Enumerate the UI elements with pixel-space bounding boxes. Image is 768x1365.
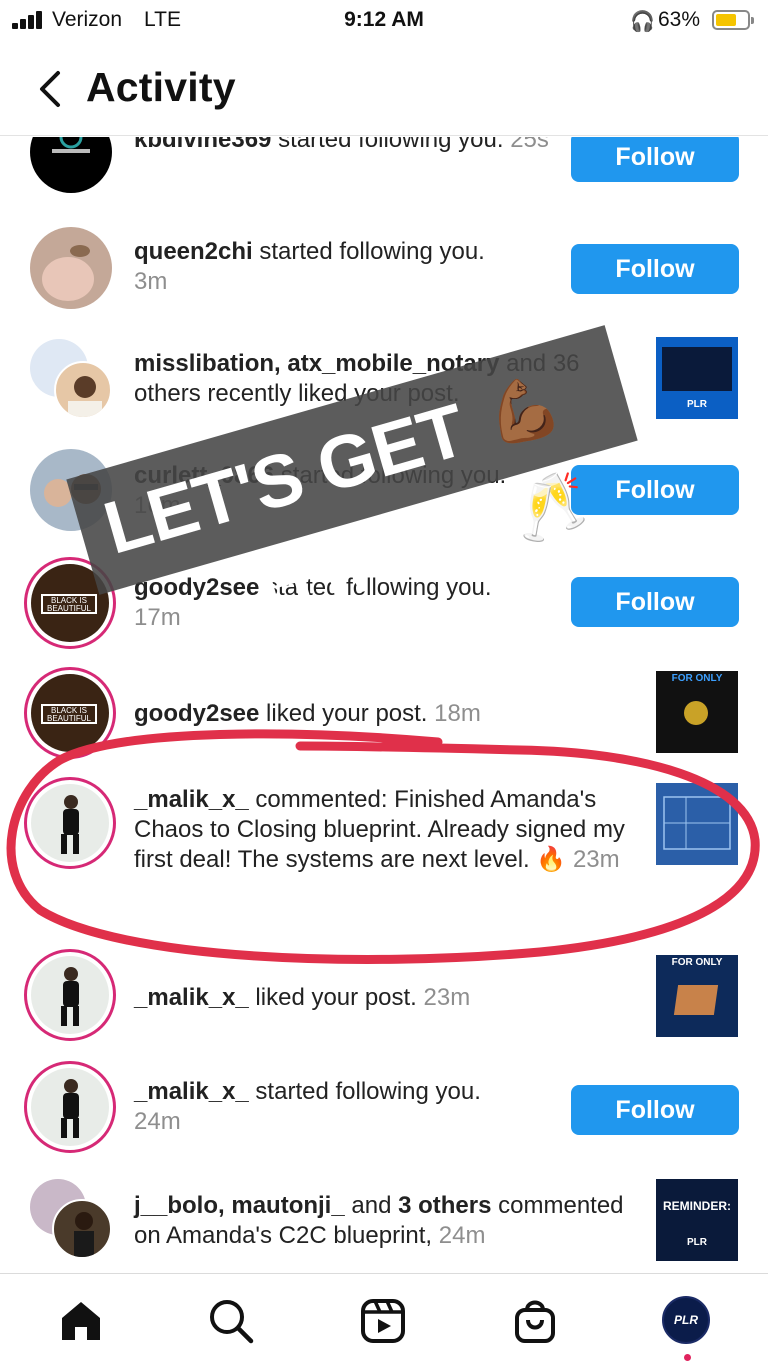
timestamp: 25s	[510, 137, 549, 153]
action-text: liked your post.	[259, 700, 435, 727]
avatar[interactable]	[24, 1061, 116, 1153]
avatar[interactable]	[24, 777, 116, 869]
action-text: started following you.	[274, 462, 507, 489]
username[interactable]: curlett_0866	[134, 462, 274, 489]
others-link[interactable]: 3 others	[398, 1192, 491, 1219]
headphones-icon: 🎧	[630, 11, 655, 33]
timestamp: 24m	[438, 1222, 486, 1249]
username[interactable]: kbdivine369	[134, 137, 271, 153]
battery-icon	[712, 10, 754, 30]
username[interactable]: queen2chi	[134, 238, 253, 265]
action-text: started following you.	[259, 574, 492, 601]
timestamp: 24m	[134, 1108, 181, 1135]
timestamp: 3m	[134, 268, 168, 295]
list-item[interactable]: _malik_x_ started following you. 24m Fol…	[0, 1061, 768, 1171]
follow-button[interactable]: Follow	[571, 244, 739, 294]
profile-avatar[interactable]: PLR	[662, 1296, 710, 1344]
post-thumbnail[interactable]: FOR ONLY	[656, 671, 738, 753]
list-item[interactable]: kbdivine369 started following you. 25s F…	[0, 137, 768, 217]
username[interactable]: _malik_x_	[134, 786, 249, 813]
action-text: started following you.	[252, 238, 485, 265]
avatar[interactable]	[52, 1199, 112, 1259]
action-text: started following you.	[271, 137, 511, 153]
avatar[interactable]	[30, 137, 112, 193]
action-text: liked your post.	[248, 984, 424, 1011]
avatar[interactable]: BLACK IS BEAUTIFUL	[24, 557, 116, 649]
avatar[interactable]: BLACK IS BEAUTIFUL	[24, 667, 116, 759]
list-item[interactable]: _malik_x_ liked your post. 23m FOR ONLY	[0, 949, 768, 1059]
status-bar: Verizon LTE 9:12 AM 🎧 63%	[0, 0, 768, 42]
timestamp: 18m	[434, 700, 481, 727]
follow-button[interactable]: Follow	[571, 577, 739, 627]
username[interactable]: j__bolo, mautonji_	[134, 1192, 345, 1219]
avatar[interactable]	[24, 949, 116, 1041]
tab-bar: PLR	[0, 1273, 768, 1365]
follow-button[interactable]: Follow	[571, 465, 739, 515]
avatar[interactable]	[54, 361, 112, 419]
list-item[interactable]: queen2chi started following you. 3m Foll…	[0, 227, 768, 337]
notification-dot	[684, 1354, 691, 1361]
page-title: Activity	[86, 64, 236, 110]
follow-button[interactable]: Follow	[571, 1085, 739, 1135]
list-item[interactable]: misslibation, atx_mobile_notary and 36 o…	[0, 337, 768, 447]
back-chevron-icon[interactable]	[30, 67, 74, 111]
timestamp: 23m	[423, 984, 471, 1011]
shop-icon[interactable]	[510, 1296, 560, 1346]
list-item[interactable]: curlett_0866 started following you. 16m …	[0, 449, 768, 559]
follow-button[interactable]: Follow	[571, 137, 739, 182]
username[interactable]: goody2see	[134, 700, 259, 727]
list-item[interactable]: j__bolo, mautonji_ and 3 others commente…	[0, 1177, 768, 1273]
username[interactable]: _malik_x_	[134, 984, 249, 1011]
action-text: started following you.	[248, 1078, 481, 1105]
post-thumbnail[interactable]: FOR ONLY	[656, 955, 738, 1037]
action-text: and	[344, 1192, 399, 1219]
avatar[interactable]	[30, 227, 112, 309]
profile-tab[interactable]: PLR	[662, 1296, 712, 1346]
timestamp: 16m	[134, 492, 181, 519]
timestamp: 23m	[572, 846, 620, 873]
battery-percent: 63%	[658, 8, 701, 31]
activity-list[interactable]: kbdivine369 started following you. 25s F…	[0, 137, 768, 1273]
post-thumbnail[interactable]	[656, 783, 738, 865]
list-item[interactable]: BLACK IS BEAUTIFUL goody2see started foll…	[0, 557, 768, 667]
post-thumbnail[interactable]: PLR	[656, 337, 738, 419]
search-icon[interactable]	[206, 1296, 256, 1346]
username[interactable]: goody2see	[134, 574, 259, 601]
timestamp: 17m	[134, 604, 181, 631]
avatar[interactable]	[30, 449, 112, 531]
reels-icon[interactable]	[358, 1296, 408, 1346]
username[interactable]: misslibation, atx_mobile_notary	[134, 350, 499, 377]
list-item[interactable]: _malik_x_ commented: Finished Amanda's C…	[0, 773, 768, 913]
header: Activity	[0, 50, 768, 136]
post-thumbnail[interactable]: REMINDER: PLR	[656, 1179, 738, 1261]
home-icon[interactable]	[56, 1296, 106, 1346]
username[interactable]: _malik_x_	[134, 1078, 249, 1105]
list-item[interactable]: BLACK IS BEAUTIFUL goody2see liked your p…	[0, 667, 768, 767]
